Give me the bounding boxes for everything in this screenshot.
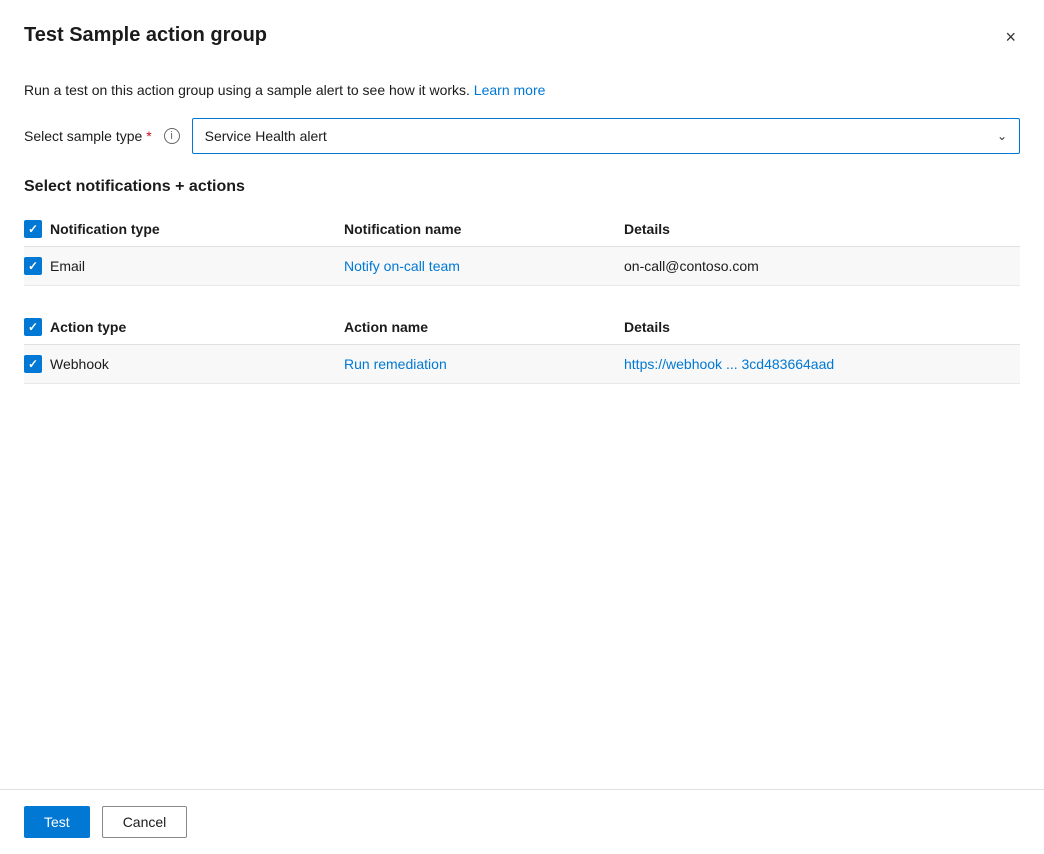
notification-row-checkbox[interactable] xyxy=(24,257,42,275)
dialog-body: Run a test on this action group using a … xyxy=(0,66,1044,789)
actions-table-header: Action type Action name Details xyxy=(24,310,1020,345)
action-type-header: Action type xyxy=(24,318,344,336)
action-row-checkbox[interactable] xyxy=(24,355,42,373)
notification-details-header: Details xyxy=(624,220,1020,238)
cancel-button[interactable]: Cancel xyxy=(102,806,188,838)
close-button[interactable]: × xyxy=(1001,24,1020,50)
chevron-down-icon: ⌄ xyxy=(997,129,1007,143)
actions-header-checkbox[interactable] xyxy=(24,318,42,336)
action-type-cell: Webhook xyxy=(24,355,344,373)
action-details-cell: https://webhook ... 3cd483664aad xyxy=(624,356,1020,372)
notification-name-header: Notification name xyxy=(344,220,624,238)
table-row: Webhook Run remediation https://webhook … xyxy=(24,345,1020,384)
table-row: Email Notify on-call team on-call@contos… xyxy=(24,247,1020,286)
learn-more-link[interactable]: Learn more xyxy=(474,82,546,98)
info-icon: i xyxy=(164,128,180,144)
dialog-footer: Test Cancel xyxy=(0,789,1044,854)
notification-type-header: Notification type xyxy=(24,220,344,238)
dialog: Test Sample action group × Run a test on… xyxy=(0,0,1044,854)
action-details-header: Details xyxy=(624,318,1020,336)
action-name-cell[interactable]: Run remediation xyxy=(344,356,624,372)
notification-type-cell: Email xyxy=(24,257,344,275)
section-title: Select notifications + actions xyxy=(24,178,1020,196)
dropdown-selected-value: Service Health alert xyxy=(205,128,327,144)
notifications-header-checkbox[interactable] xyxy=(24,220,42,238)
notification-details-cell: on-call@contoso.com xyxy=(624,258,1020,274)
action-name-header: Action name xyxy=(344,318,624,336)
actions-table-section: Action type Action name Details Webhook … xyxy=(24,310,1020,384)
dialog-title: Test Sample action group xyxy=(24,24,267,47)
dialog-header: Test Sample action group × xyxy=(0,0,1044,66)
test-button[interactable]: Test xyxy=(24,806,90,838)
sample-type-row: Select sample type * i Service Health al… xyxy=(24,118,1020,154)
sample-type-label: Select sample type * xyxy=(24,128,156,144)
notification-name-cell[interactable]: Notify on-call team xyxy=(344,258,624,274)
intro-text: Run a test on this action group using a … xyxy=(24,82,1020,98)
notifications-table-section: Notification type Notification name Deta… xyxy=(24,212,1020,286)
required-star: * xyxy=(146,128,151,144)
sample-type-dropdown[interactable]: Service Health alert ⌄ xyxy=(192,118,1020,154)
notifications-table-header: Notification type Notification name Deta… xyxy=(24,212,1020,247)
